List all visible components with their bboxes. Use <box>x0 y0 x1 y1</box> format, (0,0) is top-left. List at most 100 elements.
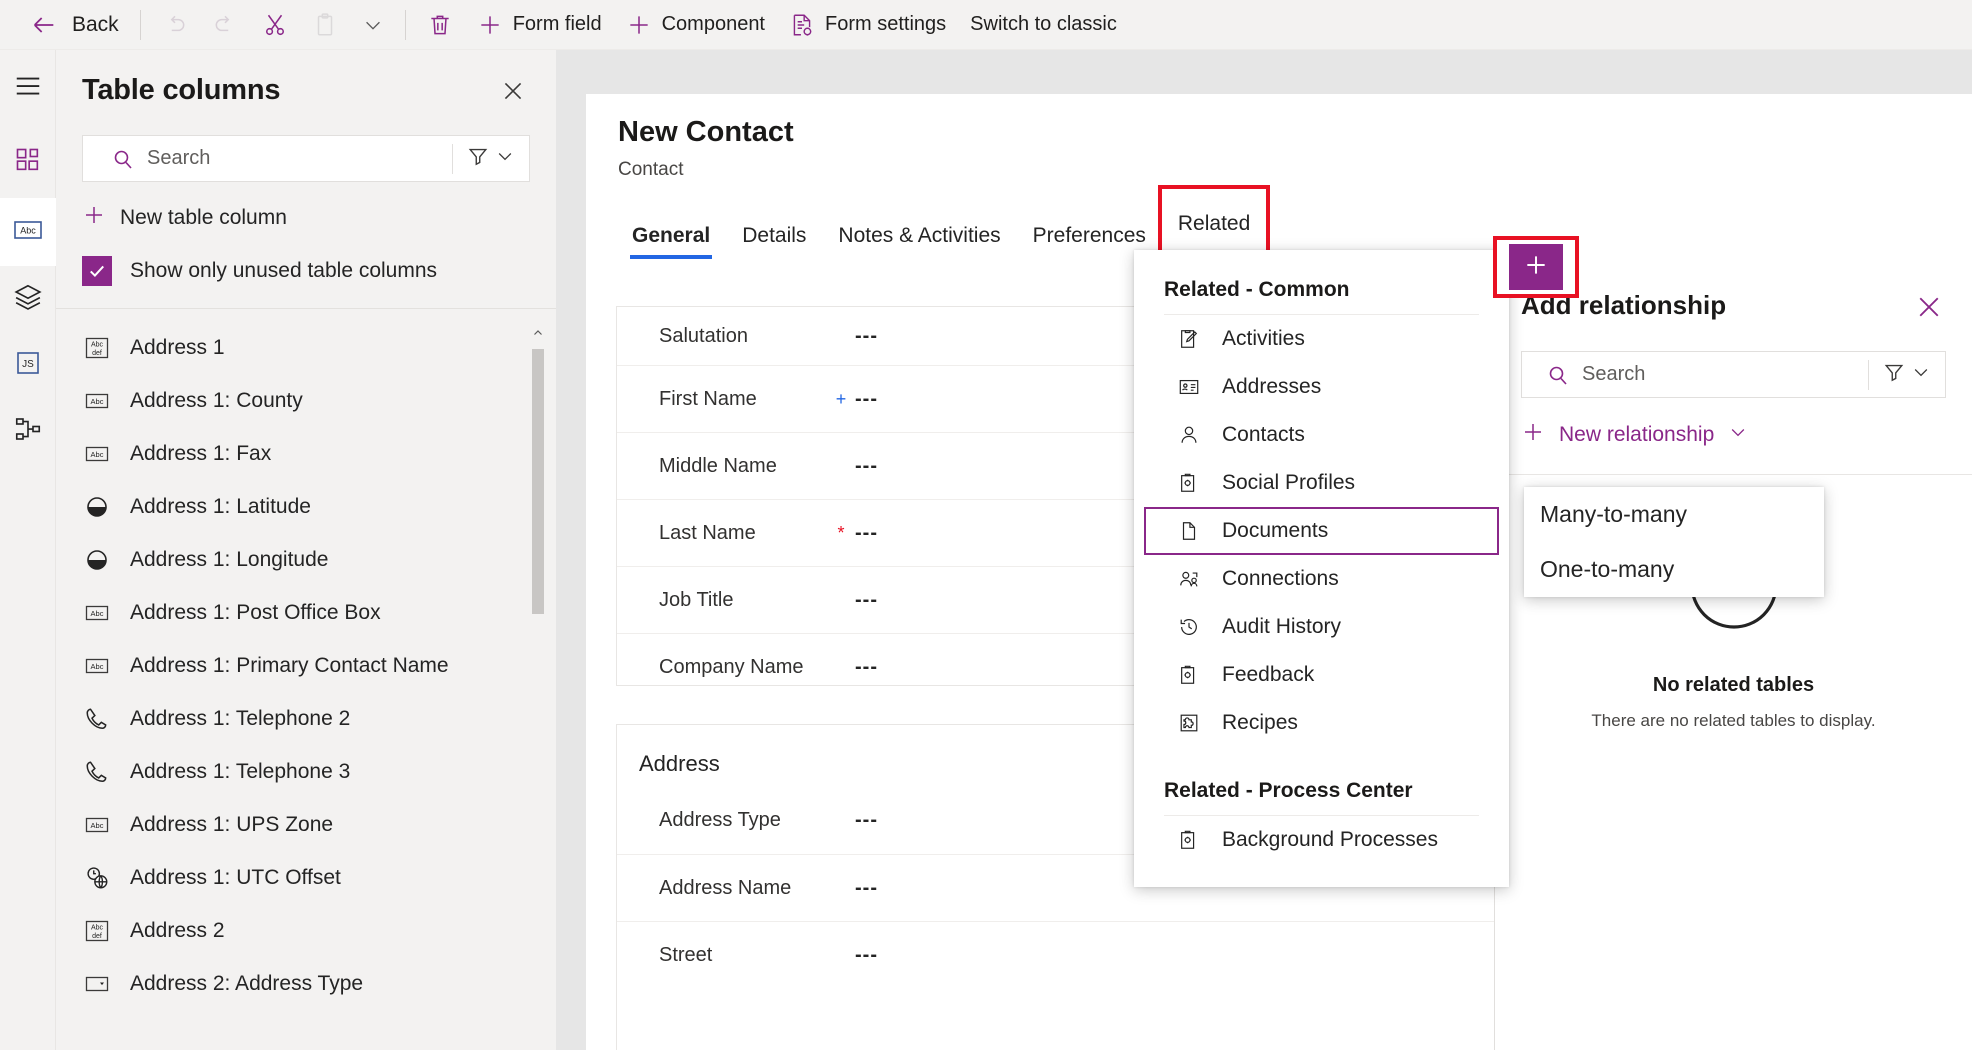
menu-item-recipes[interactable]: Recipes <box>1144 699 1499 747</box>
show-unused-columns-checkbox[interactable]: Show only unused table columns <box>82 252 530 290</box>
plus-icon <box>82 203 106 233</box>
list-item[interactable]: Abc Address 1: County <box>56 374 556 427</box>
dropdown-option-one-to-many[interactable]: One-to-many <box>1524 542 1824 597</box>
rail-hamburger-button[interactable] <box>0 50 56 126</box>
back-button[interactable]: Back <box>26 5 131 45</box>
menu-item-label: Recipes <box>1222 711 1298 734</box>
menu-item-connections[interactable]: Connections <box>1144 555 1499 603</box>
rail-layers-button[interactable] <box>0 266 56 332</box>
tab-label: Notes & Activities <box>838 224 1001 247</box>
page-subtitle: Contact <box>618 159 684 180</box>
list-item[interactable]: Abc Address 1: UPS Zone <box>56 798 556 851</box>
history-icon <box>1176 616 1202 638</box>
rail-javascript-button[interactable]: JS <box>0 332 56 398</box>
add-relationship-search-box[interactable] <box>1521 351 1946 398</box>
new-relationship-dropdown: Many-to-many One-to-many <box>1524 487 1824 597</box>
entity-icon <box>1176 664 1202 686</box>
add-relationship-button[interactable] <box>1509 244 1563 290</box>
list-item[interactable]: Address 1: UTC Offset <box>56 851 556 904</box>
rail-components-button[interactable] <box>0 126 56 198</box>
dropdown-option-many-to-many[interactable]: Many-to-many <box>1524 487 1824 542</box>
plus-icon <box>1521 420 1545 450</box>
svg-text:Abc: Abc <box>91 397 104 406</box>
rail-events-button[interactable] <box>0 398 56 464</box>
filter-icon <box>1883 361 1905 388</box>
list-item[interactable]: Abc def Address 1 <box>56 321 556 374</box>
puzzle-icon <box>1176 712 1202 734</box>
delete-button[interactable] <box>415 5 465 45</box>
panel-title: Table columns <box>82 74 281 106</box>
field-value: --- <box>855 588 878 611</box>
related-common-heading: Related - Common <box>1164 278 1350 301</box>
svg-text:Abc: Abc <box>91 821 104 830</box>
tab-related[interactable]: Related <box>1157 185 1271 263</box>
events-icon <box>13 414 43 449</box>
text-icon: Abc <box>82 392 112 410</box>
add-component-button[interactable]: Component <box>614 5 777 45</box>
chevron-down-icon <box>1728 422 1748 448</box>
form-settings-button[interactable]: Form settings <box>777 5 958 45</box>
menu-item-documents[interactable]: Documents <box>1144 507 1499 555</box>
tab-notes-activities[interactable]: Notes & Activities <box>822 213 1016 259</box>
scissors-icon <box>262 12 288 38</box>
list-item[interactable]: Abc Address 1: Post Office Box <box>56 586 556 639</box>
plus-icon <box>477 12 503 38</box>
menu-item-label: Contacts <box>1222 423 1305 446</box>
add-relationship-filter-button[interactable] <box>1869 361 1945 388</box>
undo-button[interactable] <box>150 5 200 45</box>
new-table-column-button[interactable]: New table column <box>82 200 530 236</box>
list-item[interactable]: Abc Address 1: Primary Contact Name <box>56 639 556 692</box>
menu-item-activities[interactable]: Activities <box>1144 315 1499 363</box>
hamburger-icon <box>13 71 43 106</box>
switch-to-classic-button[interactable]: Switch to classic <box>958 5 1129 45</box>
menu-item-background-processes[interactable]: Background Processes <box>1144 816 1499 864</box>
list-item[interactable]: Abc Address 1: Fax <box>56 427 556 480</box>
multiline-text-icon: Abc def <box>82 920 112 942</box>
list-item[interactable]: Address 2: Address Type <box>56 957 556 999</box>
menu-item-audit-history[interactable]: Audit History <box>1144 603 1499 651</box>
list-item-label: Address 1: Telephone 3 <box>130 759 351 783</box>
menu-item-addresses[interactable]: Addresses <box>1144 363 1499 411</box>
list-item[interactable]: Abc def Address 2 <box>56 904 556 957</box>
rail-table-columns-button[interactable]: Abc <box>0 198 56 266</box>
list-item-label: Address 2: Address Type <box>130 971 364 995</box>
panel-search-box[interactable] <box>82 135 530 182</box>
panel-close-button[interactable] <box>496 74 530 113</box>
list-item[interactable]: Address 1: Telephone 2 <box>56 692 556 745</box>
list-item[interactable]: Address 1: Telephone 3 <box>56 745 556 798</box>
switch-to-classic-label: Switch to classic <box>970 13 1117 35</box>
tab-details[interactable]: Details <box>726 213 822 259</box>
scrollbar-thumb[interactable] <box>532 349 544 614</box>
related-flyout-menu: Related - Common Activities Addresses Co… <box>1134 250 1509 887</box>
search-icon <box>1522 363 1582 387</box>
panel-scrollbar[interactable] <box>530 323 546 723</box>
chevron-down-icon <box>362 14 384 36</box>
list-item[interactable]: Address 1: Latitude <box>56 480 556 533</box>
list-item[interactable]: Address 1: Longitude <box>56 533 556 586</box>
person-icon <box>1176 424 1202 446</box>
field-label: Salutation <box>659 324 748 347</box>
add-relationship-close-button[interactable] <box>1912 290 1946 329</box>
menu-item-contacts[interactable]: Contacts <box>1144 411 1499 459</box>
add-relationship-search-input[interactable] <box>1582 363 1868 386</box>
activity-icon <box>1176 328 1202 350</box>
paste-overflow-button[interactable] <box>350 5 396 45</box>
menu-item-label: Background Processes <box>1222 828 1438 851</box>
menu-item-feedback[interactable]: Feedback <box>1144 651 1499 699</box>
plus-icon <box>1523 252 1549 283</box>
redo-button[interactable] <box>200 5 250 45</box>
menu-item-social-profiles[interactable]: Social Profiles <box>1144 459 1499 507</box>
menu-item-label: Addresses <box>1222 375 1322 398</box>
search-input[interactable] <box>147 147 452 170</box>
tab-general[interactable]: General <box>616 213 726 259</box>
paste-button[interactable] <box>300 5 350 45</box>
command-bar: Back Form field Component Form settings … <box>0 0 1972 50</box>
add-form-field-label: Form field <box>512 13 602 35</box>
undo-icon <box>162 12 188 38</box>
panel-filter-button[interactable] <box>453 145 529 172</box>
new-relationship-button[interactable]: New relationship <box>1521 418 1946 452</box>
cut-button[interactable] <box>250 5 300 45</box>
chevron-down-icon <box>1911 362 1931 387</box>
scroll-up-button[interactable] <box>530 323 546 343</box>
add-form-field-button[interactable]: Form field <box>465 5 614 45</box>
